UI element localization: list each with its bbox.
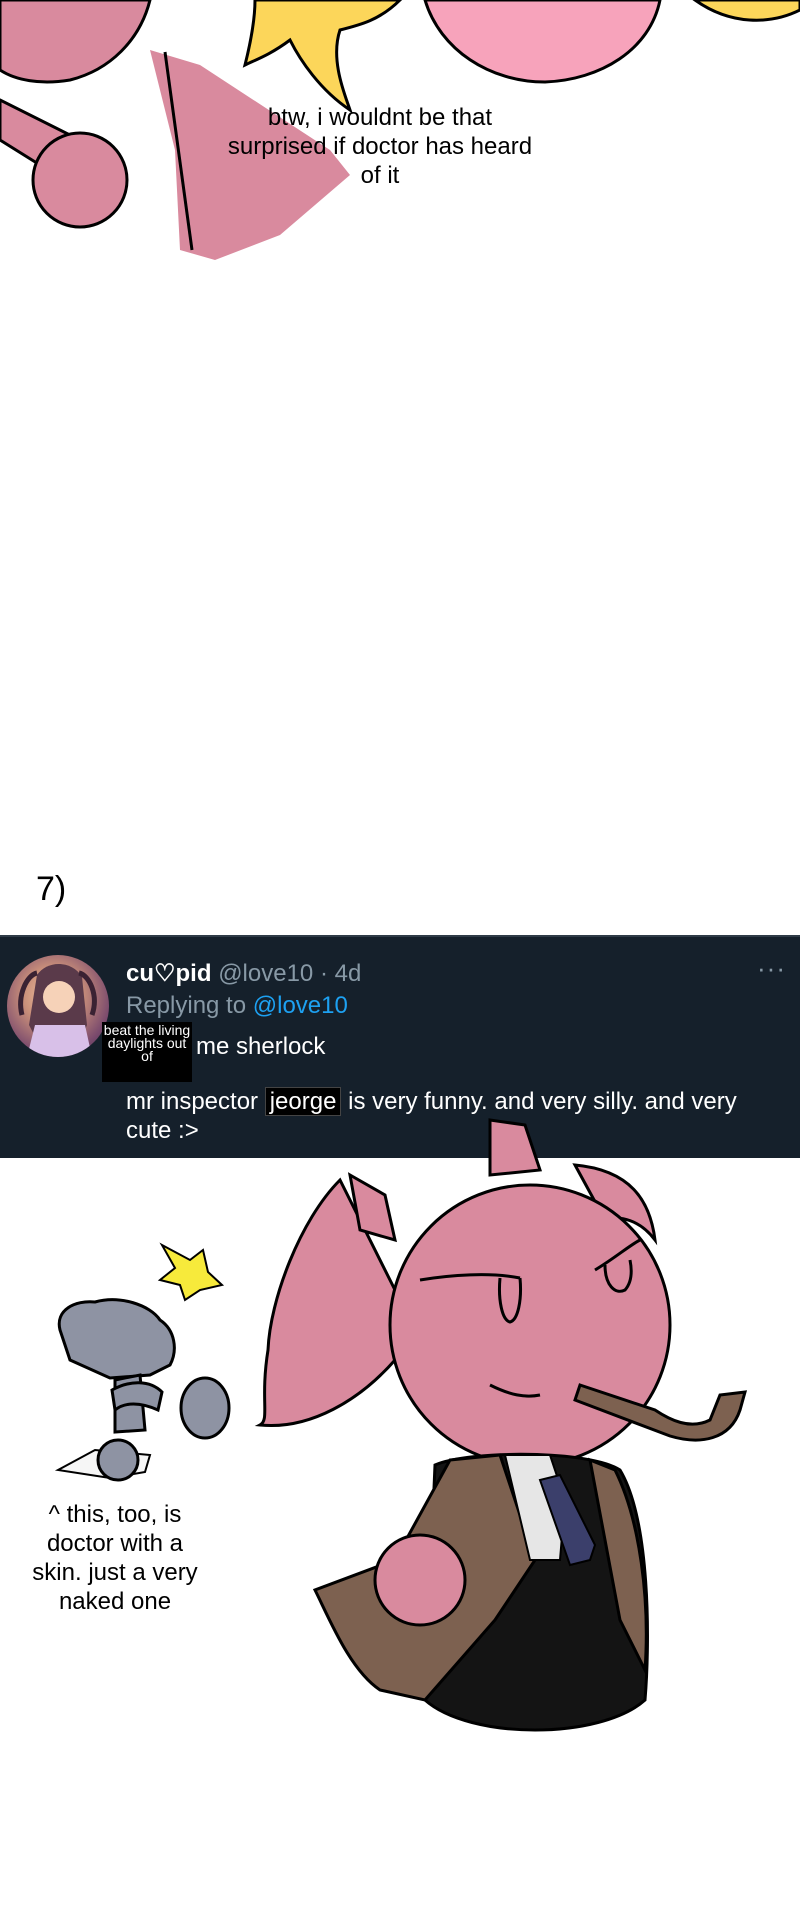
- eye-left: [419, 1273, 521, 1282]
- black-body: [423, 1452, 649, 1732]
- pink-ear-left: [347, 1172, 398, 1243]
- pink-hand: [373, 1533, 467, 1627]
- pink-ponytail-right: [572, 1163, 658, 1246]
- grey-hand: [96, 1438, 140, 1482]
- avatar[interactable]: [7, 955, 109, 1057]
- grey-collar: [110, 1381, 164, 1413]
- yellow-hair: [242, 0, 403, 114]
- pink-head: [388, 1183, 672, 1467]
- handle-and-time[interactable]: @love10 · 4d: [218, 960, 361, 987]
- grey-hair: [57, 1298, 176, 1380]
- avatar-art-icon: [18, 963, 97, 1057]
- pink-head: [423, 0, 662, 84]
- tie: [538, 1473, 597, 1567]
- section-number: 7): [36, 870, 67, 908]
- paper: [54, 1448, 152, 1480]
- top-caption: btw, i wouldnt be that surprised if doct…: [227, 104, 533, 189]
- replying-label: Replying to: [126, 992, 247, 1019]
- replying-handle-link[interactable]: @love10: [253, 992, 348, 1019]
- yellow-hair-right: [692, 0, 800, 22]
- pink-hand: [31, 131, 129, 229]
- highlight-overlay: jeorge: [264, 1087, 342, 1116]
- grey-neck: [113, 1373, 147, 1434]
- sparkle-icon: [157, 1242, 225, 1302]
- pink-arm: [0, 0, 152, 84]
- censor-overlay: beat the living daylights out of: [102, 1022, 192, 1082]
- display-name[interactable]: cu♡pid: [126, 960, 212, 987]
- eye-right-open: [603, 1259, 633, 1293]
- tweet-body: mr inspector jeorge is very funny. and v…: [126, 1087, 766, 1145]
- brown-coat-right: [588, 1457, 648, 1676]
- body-before: mr inspector: [126, 1088, 259, 1115]
- tweet-header: cu♡pid @love10 · 4d: [126, 959, 361, 988]
- replying-to: Replying to @love10: [126, 992, 348, 1020]
- more-options-icon[interactable]: ···: [757, 953, 786, 984]
- mouth: [489, 1383, 541, 1398]
- pink-ponytail-left: [254, 1177, 402, 1428]
- bottom-caption: ^ this, too, is doctor with a skin. just…: [32, 1501, 198, 1615]
- pipe: [573, 1383, 748, 1442]
- grey-ball: [179, 1376, 231, 1440]
- eye-right: [594, 1238, 641, 1272]
- tweet-card[interactable]: cu♡pid @love10 · 4d ··· Replying to @lov…: [0, 935, 800, 1158]
- eye-left-open: [498, 1277, 522, 1324]
- brown-coat-left: [312, 1453, 537, 1702]
- tweet-line-1: me sherlock: [196, 1033, 326, 1060]
- striped-shirt: [503, 1454, 567, 1561]
